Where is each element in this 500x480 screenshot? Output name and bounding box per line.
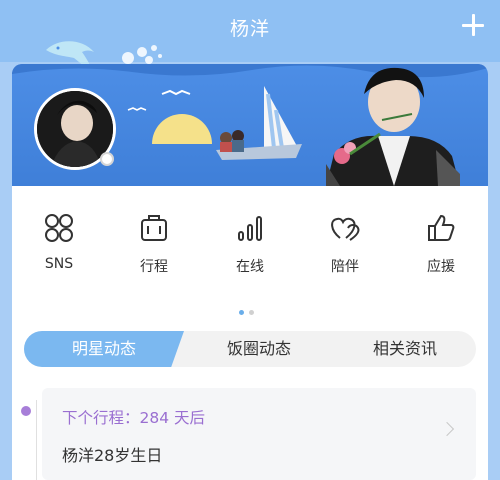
- event-card[interactable]: 下个行程：284 天后 杨洋28岁生日: [42, 388, 476, 480]
- status-dot: [100, 152, 114, 166]
- menu-item-online[interactable]: 在线: [210, 212, 290, 276]
- menu-item-label: 行程: [140, 259, 168, 275]
- tab-bar: 明星动态 饭圈动态 相关资讯: [24, 331, 476, 367]
- banner: [12, 64, 488, 186]
- main-card: SNS 行程 在线 陪伴 应援 明星动态 饭圈动态 相关资讯 下个行程：284 …: [12, 64, 488, 480]
- hearts-icon: [331, 217, 360, 241]
- four-circles-icon: [45, 214, 73, 242]
- luggage-icon: [141, 215, 167, 241]
- tab-related-info[interactable]: 相关资讯: [334, 331, 476, 367]
- page-title: 杨洋: [229, 18, 270, 40]
- page-indicator: [239, 300, 259, 319]
- thumbs-up-icon: [428, 214, 455, 241]
- menu-item-sns[interactable]: SNS: [19, 212, 99, 272]
- event-name: 杨洋28岁生日: [62, 446, 163, 465]
- chevron-right-icon: [439, 421, 455, 437]
- timeline-line: [36, 400, 37, 480]
- next-schedule-text: 下个行程：284 天后: [62, 409, 206, 427]
- timeline-dot: [21, 406, 31, 416]
- menu-item-companion[interactable]: 陪伴: [305, 212, 385, 276]
- menu-item-label: 在线: [236, 259, 264, 275]
- menu-item-support[interactable]: 应援: [401, 212, 481, 276]
- page-dot[interactable]: [249, 310, 254, 315]
- page-dot-active[interactable]: [239, 310, 244, 315]
- bubbles-icon: [122, 45, 162, 64]
- menu-icons: SNS 行程 在线 陪伴 应援: [12, 212, 488, 292]
- menu-item-label: SNS: [44, 256, 74, 272]
- plus-icon[interactable]: [460, 12, 486, 38]
- tab-star-news[interactable]: 明星动态: [24, 331, 184, 367]
- menu-item-label: 陪伴: [331, 259, 359, 275]
- menu-item-label: 应援: [427, 259, 455, 275]
- menu-item-schedule[interactable]: 行程: [114, 212, 194, 276]
- signal-bars-icon: [238, 216, 262, 241]
- celebrity-photo: [326, 67, 460, 186]
- tab-fan-news[interactable]: 饭圈动态: [184, 331, 334, 367]
